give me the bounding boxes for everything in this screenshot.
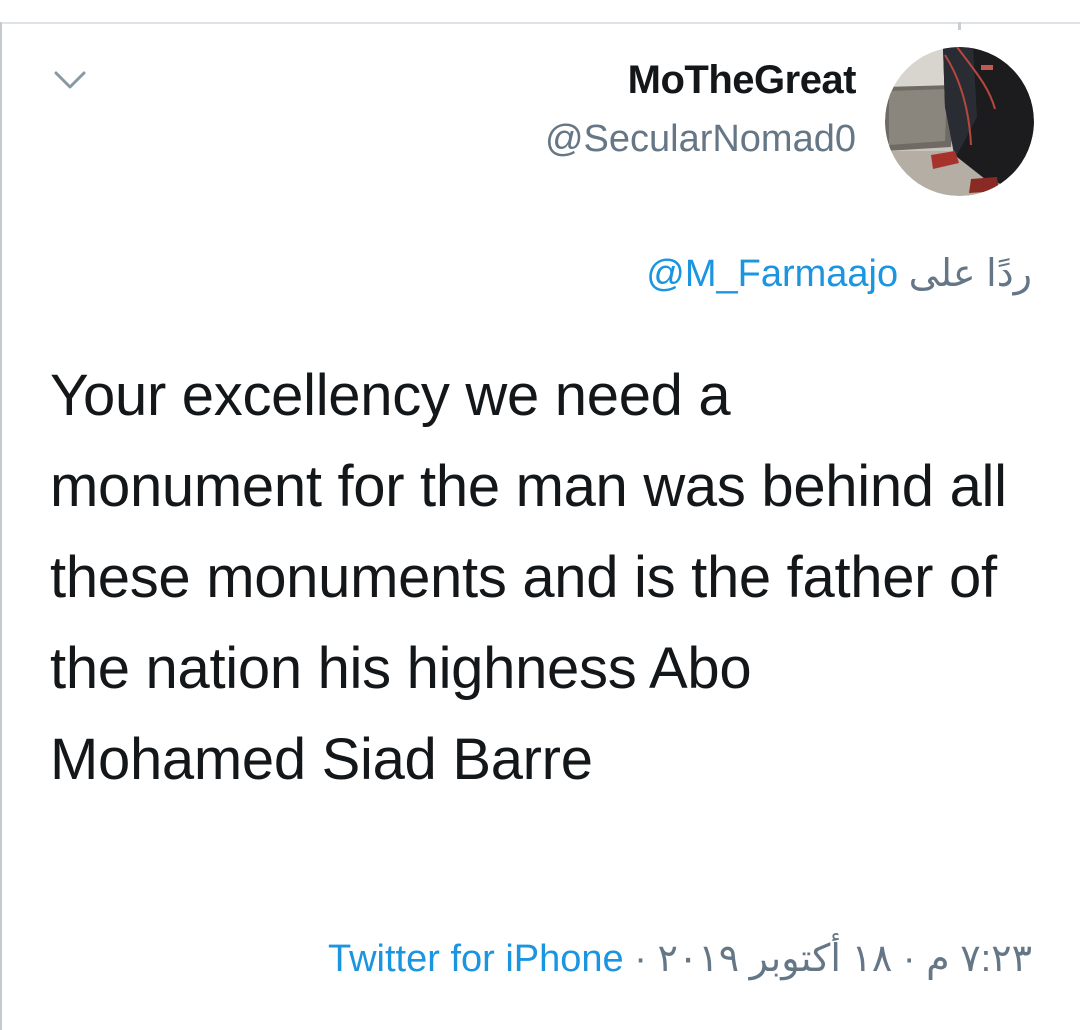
author-handle[interactable]: @SecularNomad0 <box>545 116 856 162</box>
metadata-separator: · <box>634 938 647 980</box>
top-divider <box>0 22 1080 24</box>
avatar[interactable] <box>885 47 1034 196</box>
author-display-name[interactable]: MoTheGreat <box>545 56 857 104</box>
left-border <box>0 22 2 1030</box>
reply-context: ردًا على M_Farmaajo@ <box>646 250 1032 298</box>
tweet-metadata: Twitter for iPhone · ٧:٢٣ م · ١٨ أكتوبر … <box>328 934 1032 984</box>
thread-connector <box>958 22 961 30</box>
tweet-author[interactable]: MoTheGreat @SecularNomad0 <box>545 56 857 162</box>
reply-mention-link[interactable]: M_Farmaajo@ <box>646 253 898 295</box>
tweet-detail-view: MoTheGreat @SecularNomad0 ردًا على M_Far… <box>0 0 1080 1030</box>
reply-prefix: ردًا على <box>908 253 1032 295</box>
source-link[interactable]: Twitter for iPhone <box>328 938 624 980</box>
tweet-text: Your excellency we need a monument for t… <box>50 363 1007 792</box>
chevron-down-icon[interactable] <box>48 58 92 102</box>
tweet-timestamp: ٧:٢٣ م · ١٨ أكتوبر ٢٠١٩ <box>657 938 1032 980</box>
